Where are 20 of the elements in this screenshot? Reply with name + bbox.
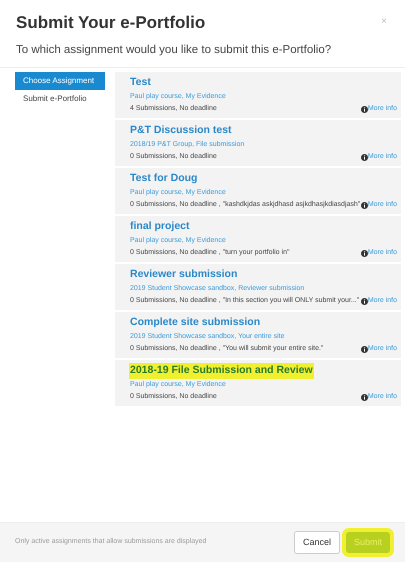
step-item[interactable]: Submit e-Portfolio bbox=[15, 90, 105, 108]
assignment-title: P&T Discussion test bbox=[130, 122, 232, 138]
assignment-title: Test for Doug bbox=[130, 170, 198, 186]
info-icon bbox=[360, 346, 368, 353]
assignment-title: 2018-19 File Submission and Review bbox=[129, 362, 314, 378]
info-icon bbox=[360, 106, 368, 113]
assignment-title: Test bbox=[130, 74, 151, 90]
step-item[interactable]: Choose Assignment bbox=[15, 72, 105, 90]
assignment-title: Reviewer submission bbox=[130, 266, 238, 282]
info-icon bbox=[360, 298, 368, 305]
info-icon bbox=[360, 250, 368, 257]
dialog-subtitle: To which assignment would you like to submit this e-Portfolio? bbox=[16, 42, 332, 58]
info-icon bbox=[360, 154, 368, 161]
close-button[interactable]: × bbox=[381, 14, 387, 29]
dialog-title: Submit Your e-Portfolio bbox=[16, 12, 206, 34]
info-icon bbox=[360, 394, 368, 401]
cancel-button[interactable]: Cancel bbox=[294, 530, 340, 554]
assignment-title: Complete site submission bbox=[130, 314, 260, 330]
info-icon bbox=[360, 202, 368, 209]
assignment-title: final project bbox=[130, 218, 190, 234]
